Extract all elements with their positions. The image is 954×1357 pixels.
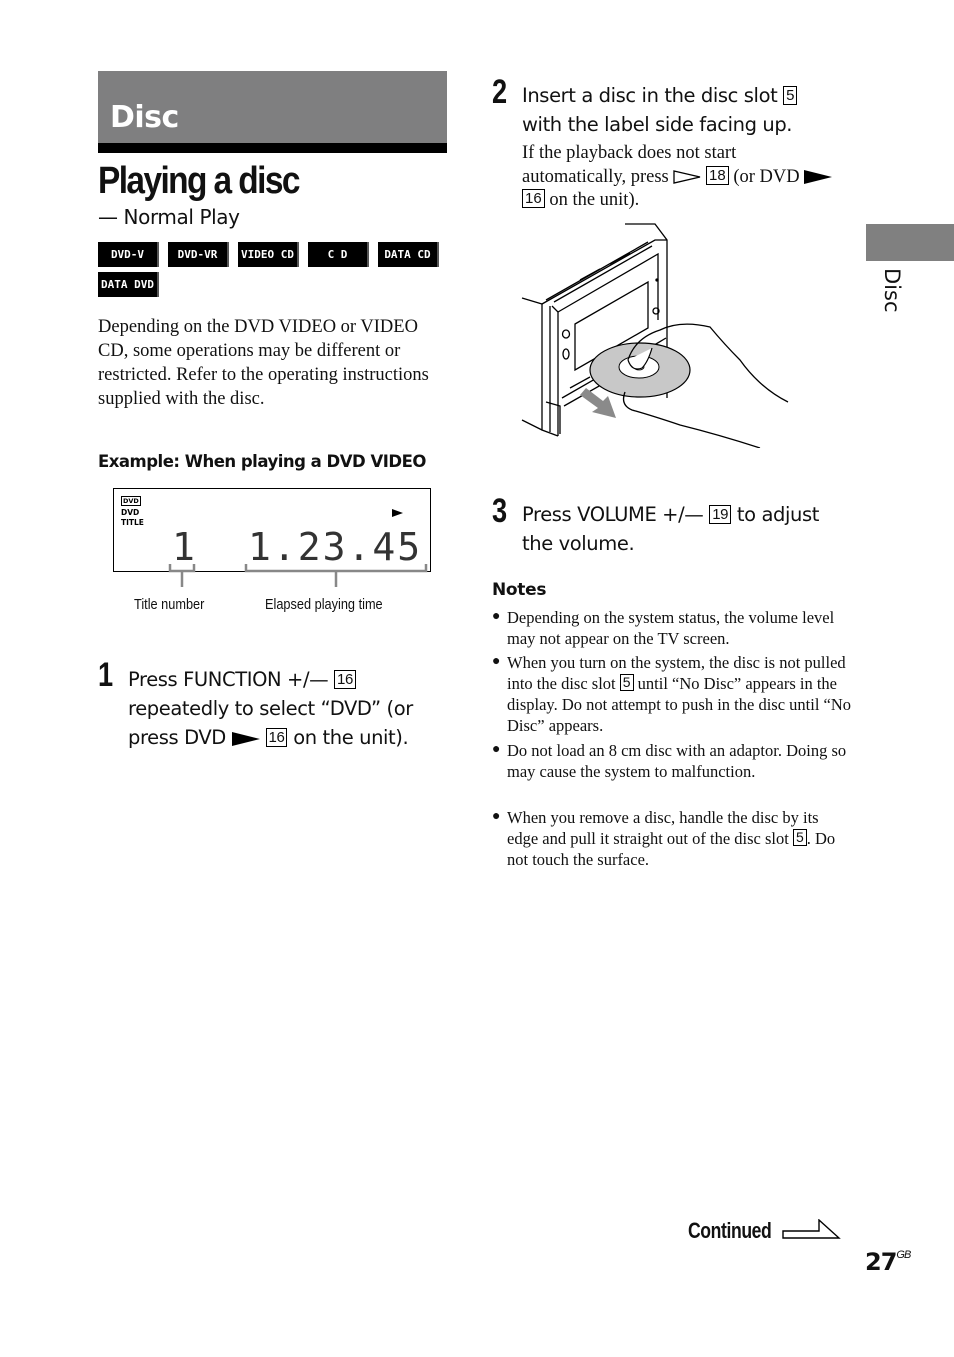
ref-18: 18 xyxy=(706,165,729,185)
badge-cd: C D xyxy=(308,242,369,267)
dvd-logo-indicator: DVD xyxy=(121,496,141,506)
step-2-number: 2 xyxy=(492,73,508,111)
step-1-number: 1 xyxy=(98,656,114,694)
chapter-side-label: Disc xyxy=(880,268,904,313)
ref-5: 5 xyxy=(619,674,634,691)
note-item: ● When you remove a disc, handle the disc… xyxy=(492,808,836,869)
section-title: Disc xyxy=(110,100,179,135)
badge-dvd-vr: DVD-VR xyxy=(168,242,229,267)
section-divider xyxy=(98,143,447,153)
note-item: ● Depending on the system status, the vol… xyxy=(492,608,835,648)
badge-data-dvd: DATA DVD xyxy=(98,272,159,297)
ref-16: 16 xyxy=(522,189,545,208)
note-item: ● When you turn on the system, the disc i… xyxy=(492,653,852,735)
page-number: 27GB xyxy=(865,1248,911,1276)
play-solid-icon xyxy=(804,170,833,185)
step-1-text: Press FUNCTION +/— 16 repeatedly to sele… xyxy=(128,668,413,749)
play-icon xyxy=(392,509,403,517)
caption-elapsed-time: Elapsed playing time xyxy=(265,596,383,613)
bullet-icon: ● xyxy=(492,609,501,624)
title-number-bracket xyxy=(168,564,196,587)
ref-16: 16 xyxy=(265,728,288,747)
ref-16: 16 xyxy=(334,670,356,689)
step-2-text: Insert a disc in the disc slot 5 with th… xyxy=(522,81,842,139)
continued-label: Continued xyxy=(688,1218,772,1243)
elapsed-time-bracket xyxy=(244,564,428,587)
step-2-detail: If the playback does not start automatic… xyxy=(522,142,842,213)
caption-title-number: Title number xyxy=(134,596,205,613)
disc-insertion-illustration xyxy=(521,223,789,448)
ref-5: 5 xyxy=(792,829,807,846)
play-solid-icon xyxy=(231,731,260,746)
chapter-side-tab xyxy=(866,224,954,261)
callout-brackets xyxy=(168,564,428,587)
badge-data-cd: DATA CD xyxy=(378,242,439,267)
title-indicator: TITLE xyxy=(121,518,144,527)
bullet-icon: ● xyxy=(492,654,501,669)
ref-19: 19 xyxy=(709,505,732,524)
badge-video-cd: VIDEO CD xyxy=(238,242,299,267)
notes-heading: Notes xyxy=(492,580,547,600)
badge-dvd-v: DVD-V xyxy=(98,242,159,267)
page-title: Playing a disc xyxy=(98,160,300,202)
bullet-icon: ● xyxy=(492,742,501,757)
bullet-icon: ● xyxy=(492,809,501,824)
page-region-suffix: GB xyxy=(896,1249,911,1261)
step-3-text: Press VOLUME +/— 19 to adjust the volume… xyxy=(522,503,819,555)
dvd-indicator: DVD xyxy=(121,508,140,517)
continued-arrow-icon xyxy=(782,1219,841,1239)
intro-paragraph: Depending on the DVD VIDEO or VIDEO CD, … xyxy=(98,317,429,409)
play-outline-icon xyxy=(673,170,701,185)
example-heading: Example: When playing a DVD VIDEO xyxy=(98,452,426,471)
page-subtitle: — Normal Play xyxy=(98,205,240,229)
ref-5: 5 xyxy=(783,86,798,105)
note-item: ● Do not load an 8 cm disc with an adapto… xyxy=(492,741,847,781)
step-3-number: 3 xyxy=(492,492,508,530)
